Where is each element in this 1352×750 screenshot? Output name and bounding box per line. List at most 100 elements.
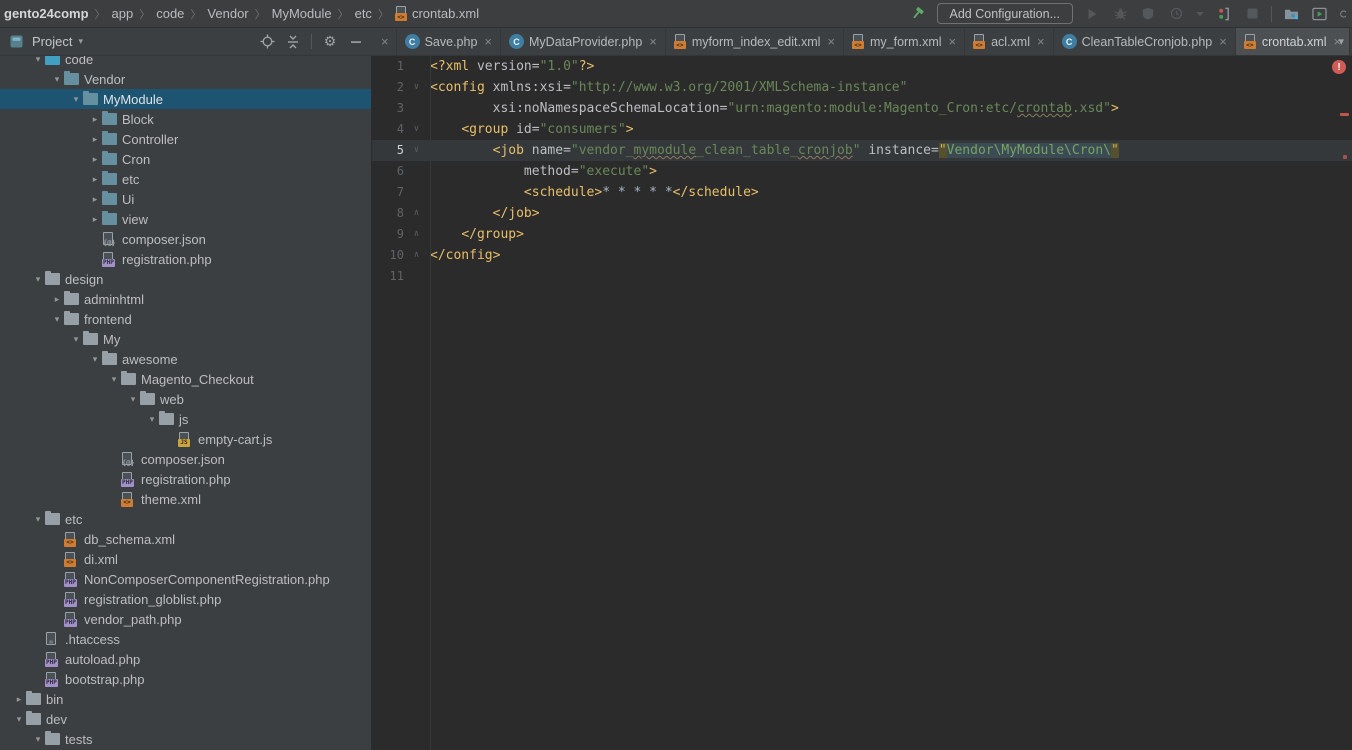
collapse-arrow-icon[interactable]: ▾ [69,94,83,105]
tree-item-etc[interactable]: ▾etc [0,509,371,529]
tab-mydataprovider-php[interactable]: CMyDataProvider.php× [501,28,666,55]
collapse-arrow-icon[interactable]: ▾ [145,414,159,425]
run-icon[interactable] [1083,4,1101,24]
tree-item-view[interactable]: ▸view [0,209,371,229]
hide-panel-icon[interactable] [346,32,366,52]
fold-marker-icon[interactable]: ∧ [408,203,425,224]
fold-marker-icon[interactable]: ∨ [408,119,425,140]
expand-arrow-icon[interactable]: ▸ [88,214,102,225]
attach-debugger-icon[interactable] [1215,4,1233,24]
add-configuration-button[interactable]: Add Configuration... [937,3,1074,24]
project-tree-panel[interactable]: ▾code▾Vendor▾MyModule▸Block▸Controller▸C… [0,56,372,750]
tree-item-noncomposercomponentregistration-php[interactable]: PHPNonComposerComponentRegistration.php [0,569,371,589]
tree-item-etc[interactable]: ▸etc [0,169,371,189]
collapse-arrow-icon[interactable]: ▾ [31,56,45,65]
code-line-8[interactable]: 8∧ </job> [372,203,1352,224]
collapse-arrow-icon[interactable]: ▾ [69,334,83,345]
error-stripe-dot[interactable] [1343,155,1347,159]
close-tab-icon[interactable]: × [1219,35,1227,48]
tree-item-composer-json[interactable]: {@}composer.json [0,449,371,469]
tree-item-autoload-php[interactable]: PHPautoload.php [0,649,371,669]
collapse-arrow-icon[interactable]: ▾ [50,314,64,325]
breadcrumb-item-app[interactable]: app [110,6,136,21]
code-line-11[interactable]: 11 [372,266,1352,287]
tree-item-empty-cart-js[interactable]: JSempty-cart.js [0,429,371,449]
breadcrumb-item-gento24comp[interactable]: gento24comp [2,6,91,21]
code-line-5[interactable]: 5∨ <job name="vendor_mymodule_clean_tabl… [372,140,1352,161]
collapse-arrow-icon[interactable]: ▾ [88,354,102,365]
coverage-icon[interactable] [1139,4,1157,24]
inspections-error-indicator[interactable]: ! [1332,60,1346,74]
tree-item-db-schema-xml[interactable]: <>db_schema.xml [0,529,371,549]
build-hammer-icon[interactable] [909,4,927,24]
expand-arrow-icon[interactable]: ▸ [50,294,64,305]
chevron-down-icon[interactable]: ▾ [78,36,83,47]
tree-item-registration-globlist-php[interactable]: PHPregistration_globlist.php [0,589,371,609]
tree-item-registration-php[interactable]: PHPregistration.php [0,469,371,489]
expand-arrow-icon[interactable]: ▸ [88,194,102,205]
code-line-1[interactable]: 1<?xml version="1.0"?> [372,56,1352,77]
expand-arrow-icon[interactable]: ▸ [88,174,102,185]
tree-item-web[interactable]: ▾web [0,389,371,409]
fold-marker-icon[interactable]: ∨ [408,140,425,161]
close-tab-icon[interactable]: × [949,35,957,48]
code-line-3[interactable]: 3 xsi:noNamespaceSchemaLocation="urn:mag… [372,98,1352,119]
code-line-7[interactable]: 7 <schedule>* * * * *</schedule> [372,182,1352,203]
tree-item-bootstrap-php[interactable]: PHPbootstrap.php [0,669,371,689]
expand-arrow-icon[interactable]: ▸ [88,154,102,165]
profiler-icon[interactable] [1167,4,1185,24]
close-tab-icon[interactable]: × [649,35,657,48]
fold-marker-icon[interactable]: ∧ [408,224,425,245]
collapse-arrow-icon[interactable]: ▾ [31,734,45,745]
stop-icon[interactable] [1243,4,1261,24]
tree-item-adminhtml[interactable]: ▸adminhtml [0,289,371,309]
code-line-9[interactable]: 9∧ </group> [372,224,1352,245]
expand-arrow-icon[interactable]: ▸ [12,694,26,705]
tab-list-chevron-icon[interactable]: ▾ [1338,28,1344,55]
breadcrumb-item-code[interactable]: code [154,6,186,21]
breadcrumb-item-crontab-xml[interactable]: <>crontab.xml [393,6,481,21]
breadcrumb-item-etc[interactable]: etc [353,6,374,21]
tree-item-my[interactable]: ▾My [0,329,371,349]
tree-item-registration-php[interactable]: PHPregistration.php [0,249,371,269]
breadcrumb-item-vendor[interactable]: Vendor [205,6,250,21]
tree-item-composer-json[interactable]: {@}composer.json [0,229,371,249]
settings-gear-icon[interactable]: ⚙ [320,32,340,52]
tree-item-design[interactable]: ▾design [0,269,371,289]
debug-icon[interactable] [1111,4,1129,24]
profiler-dropdown-icon[interactable] [1195,4,1205,24]
close-tab-icon[interactable]: × [827,35,835,48]
close-tab-icon[interactable]: × [1037,35,1045,48]
editor-area[interactable]: 1<?xml version="1.0"?>2∨<config xmlns:xs… [372,56,1352,750]
collapse-arrow-icon[interactable]: ▾ [126,394,140,405]
tree-item-js[interactable]: ▾js [0,409,371,429]
fold-marker-icon[interactable]: ∧ [408,245,425,266]
tree-item-vendor[interactable]: ▾Vendor [0,69,371,89]
project-panel-title[interactable]: Project [32,34,72,49]
tree-item-vendor-path-php[interactable]: PHPvendor_path.php [0,609,371,629]
code-line-10[interactable]: 10∧</config> [372,245,1352,266]
tree-item-code[interactable]: ▾code [0,56,371,69]
collapse-arrow-icon[interactable]: ▾ [50,74,64,85]
code-line-2[interactable]: 2∨<config xmlns:xsi="http://www.w3.org/2… [372,77,1352,98]
tab-stub[interactable]: × [372,28,397,55]
tree-item-cron[interactable]: ▸Cron [0,149,371,169]
tree-item-controller[interactable]: ▸Controller [0,129,371,149]
collapse-all-icon[interactable] [283,32,303,52]
collapse-arrow-icon[interactable]: ▾ [31,514,45,525]
tab-crontab-xml[interactable]: <>crontab.xml× [1236,28,1350,55]
error-stripe-mark[interactable] [1340,113,1349,116]
tree-item-block[interactable]: ▸Block [0,109,371,129]
run-anything-icon[interactable] [1310,4,1328,24]
tree-item-htaccess[interactable]: ≡.htaccess [0,629,371,649]
tab-my-form-xml[interactable]: <>my_form.xml× [844,28,965,55]
expand-arrow-icon[interactable]: ▸ [88,134,102,145]
breadcrumb-item-mymodule[interactable]: MyModule [270,6,334,21]
tree-item-bin[interactable]: ▸bin [0,689,371,709]
collapse-arrow-icon[interactable]: ▾ [107,374,121,385]
locate-icon[interactable] [257,32,277,52]
tree-item-frontend[interactable]: ▾frontend [0,309,371,329]
tree-item-mymodule[interactable]: ▾MyModule [0,89,371,109]
project-structure-icon[interactable] [1282,4,1300,24]
tree-item-magento-checkout[interactable]: ▾Magento_Checkout [0,369,371,389]
